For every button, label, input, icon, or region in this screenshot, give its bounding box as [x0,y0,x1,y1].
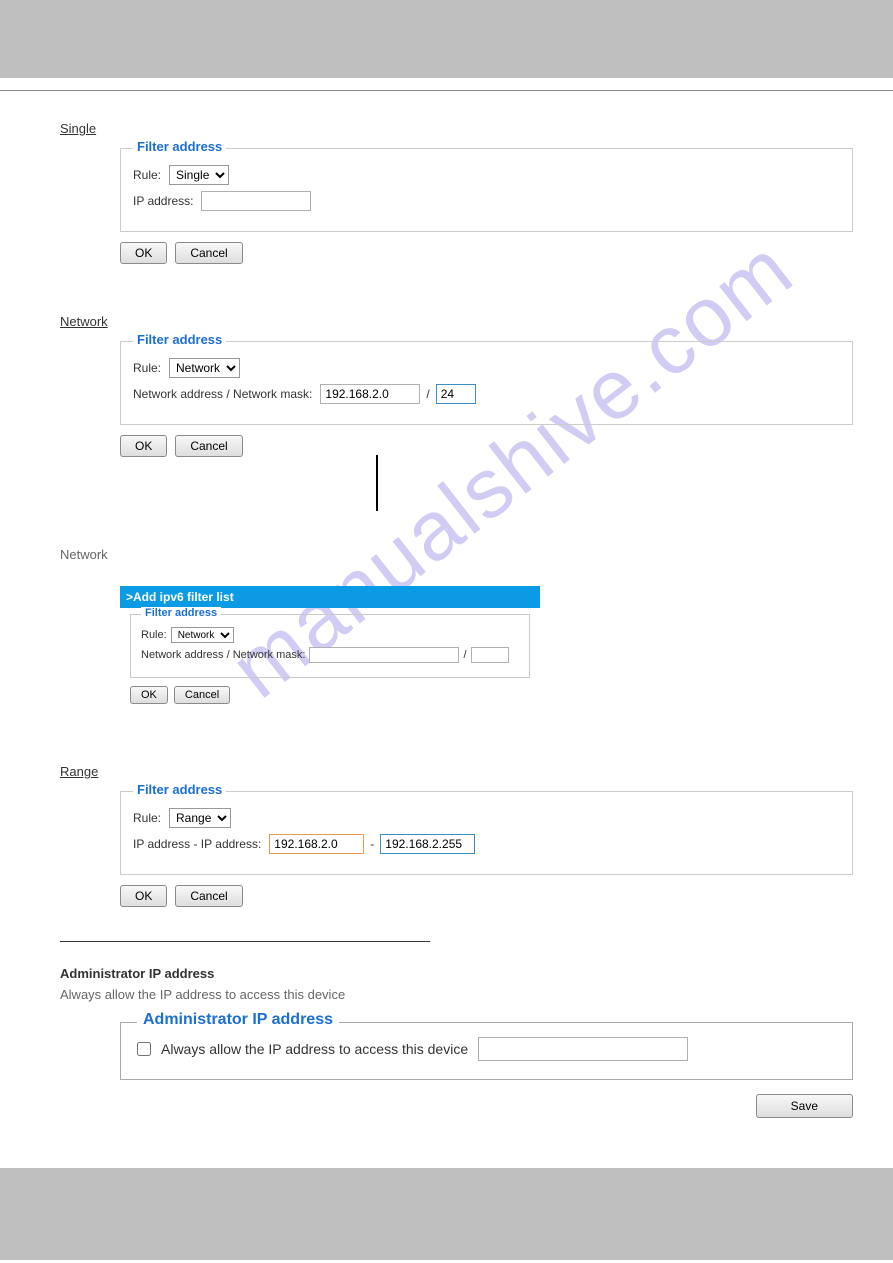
cancel-button[interactable]: Cancel [175,885,242,907]
admin-ip-intro: Always allow the IP address to access th… [60,987,853,1002]
range-to-input[interactable] [380,834,475,854]
ip-label: IP address: [133,194,193,208]
ok-button[interactable]: OK [120,435,167,457]
ipv6-titlebar: >Add ipv6 filter list [120,586,540,608]
save-button[interactable]: Save [756,1094,853,1118]
divider-section [60,941,430,942]
network-filter-panel: Filter address Rule: Network Network add… [120,341,853,425]
panel-title: Filter address [141,607,221,619]
netmask-label: Network address / Network mask: [133,387,312,401]
range-label: IP address - IP address: [133,837,261,851]
ipv6-mask-input[interactable] [471,647,509,663]
range-from-input[interactable] [269,834,364,854]
rule-select-single[interactable]: Single [169,165,229,185]
slash-sep: / [426,387,429,401]
netmask-label: Network address / Network mask: [141,649,305,661]
cancel-button[interactable]: Cancel [174,686,230,704]
page-header-bar [0,0,893,78]
page-footer-bar [0,1168,893,1260]
admin-ip-panel-title: Administrator IP address [137,1011,339,1029]
dash-sep: - [370,837,374,851]
slash-sep: / [463,649,466,661]
rule-select-ipv6[interactable]: Network [171,627,234,643]
ipv6-address-input[interactable] [309,647,459,663]
rule-select-network[interactable]: Network [169,358,240,378]
network-address-input[interactable] [320,384,420,404]
admin-ip-heading: Administrator IP address [60,966,853,981]
always-allow-checkbox[interactable] [137,1042,151,1056]
network-heading: Network [60,314,108,329]
panel-title: Filter address [133,782,226,797]
range-heading: Range [60,764,98,779]
ok-button[interactable]: OK [130,686,168,704]
rule-label: Rule: [133,361,161,375]
range-filter-panel: Filter address Rule: Range IP address - … [120,791,853,875]
ip-input-single[interactable] [201,191,311,211]
panel-title: Filter address [133,332,226,347]
network-mask-input[interactable] [436,384,476,404]
annotation-line [376,455,853,511]
network-ipv6-heading: Network [60,547,108,562]
single-heading: Single [60,121,96,136]
always-allow-label: Always allow the IP address to access th… [161,1041,468,1057]
ipv6-figure: >Add ipv6 filter list Filter address Rul… [120,586,540,714]
admin-ip-input[interactable] [478,1037,688,1061]
cancel-button[interactable]: Cancel [175,435,242,457]
panel-title: Filter address [133,139,226,154]
single-filter-panel: Filter address Rule: Single IP address: [120,148,853,232]
cancel-button[interactable]: Cancel [175,242,242,264]
ok-button[interactable]: OK [120,242,167,264]
rule-label: Rule: [141,629,167,641]
rule-label: Rule: [133,811,161,825]
ok-button[interactable]: OK [120,885,167,907]
rule-label: Rule: [133,168,161,182]
admin-ip-panel: Administrator IP address Always allow th… [120,1022,853,1080]
rule-select-range[interactable]: Range [169,808,231,828]
